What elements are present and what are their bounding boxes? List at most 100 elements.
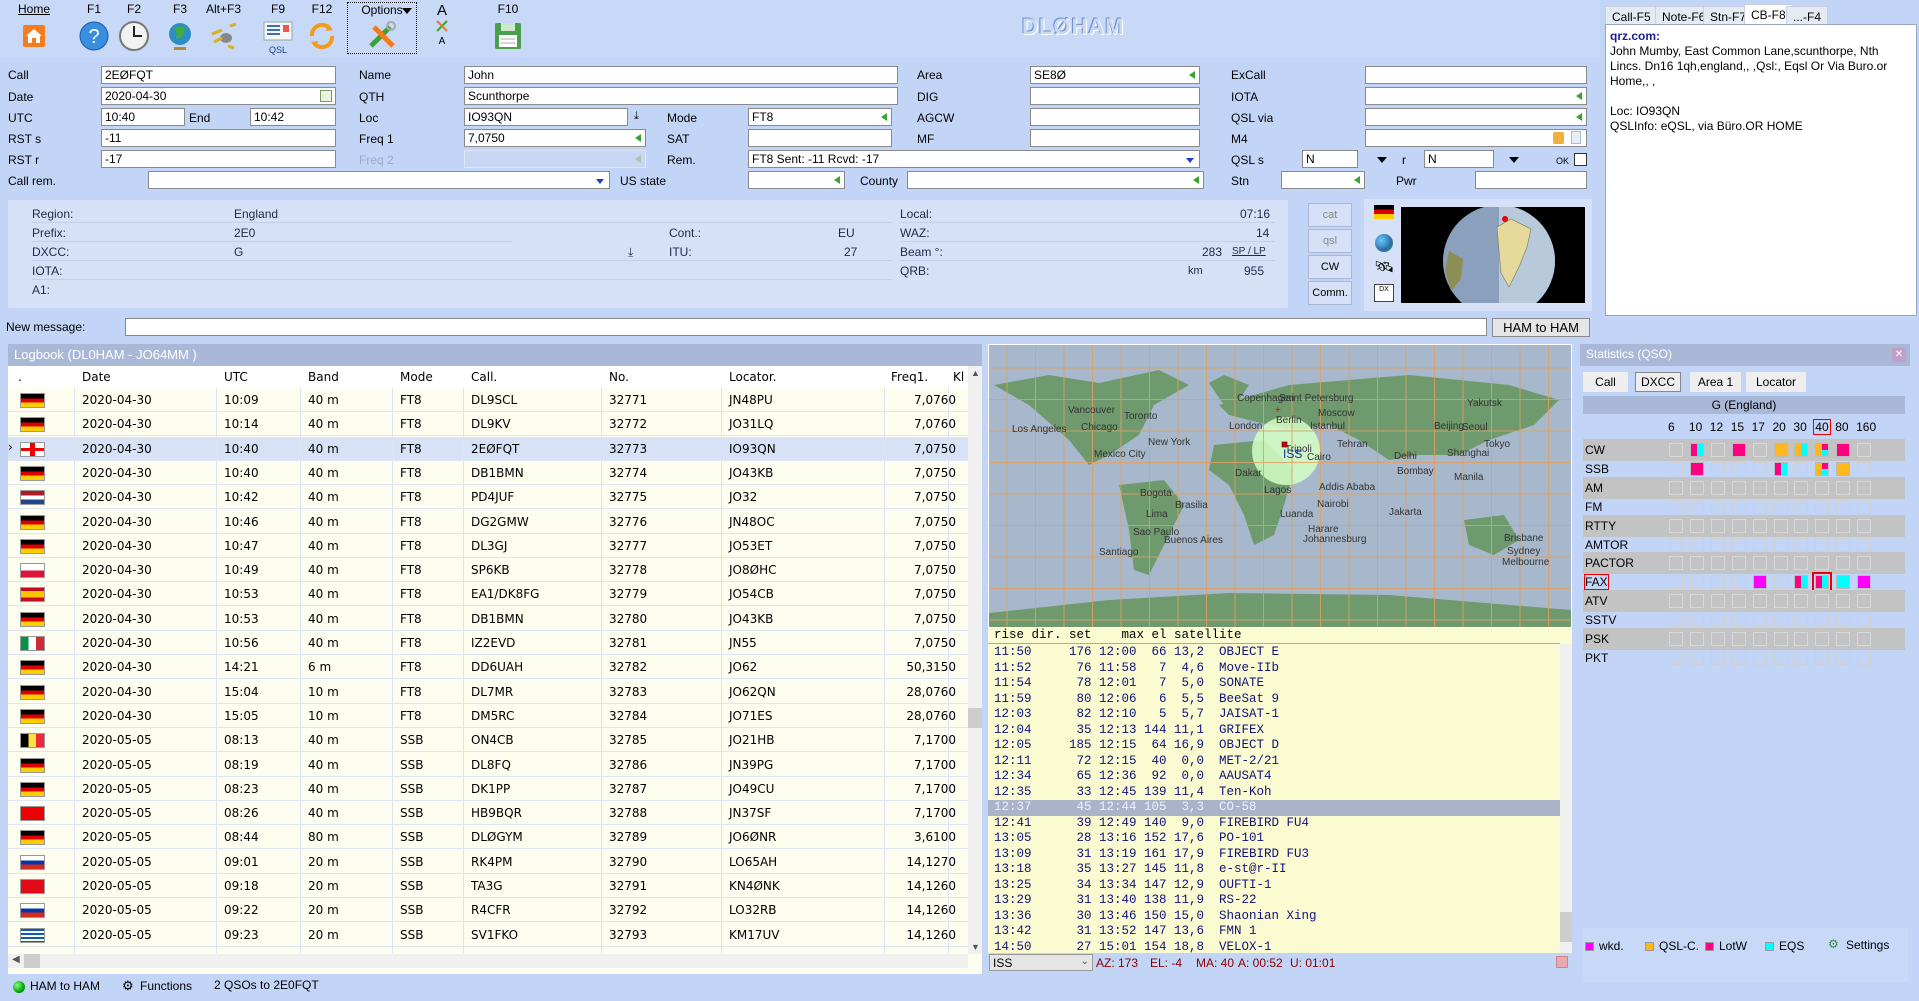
stat-cell[interactable] <box>1836 650 1851 665</box>
stat-cell[interactable] <box>1857 632 1872 646</box>
table-row[interactable]: 2020-05-05 08:13 40 m SSB ON4CB 32785 JO21HB 7,… <box>8 728 968 753</box>
stat-cell[interactable] <box>1836 537 1851 552</box>
ham-to-ham-status[interactable]: HAM to HAM <box>30 979 100 993</box>
logbook-hscrollbar[interactable]: ◀ <box>8 954 968 968</box>
stat-cell[interactable] <box>1794 650 1809 665</box>
stat-cell[interactable] <box>1752 518 1767 533</box>
stat-cell[interactable] <box>1752 575 1767 590</box>
satellite-row[interactable]: 12:03 82 12:10 5 5,7 JAISAT-1 <box>988 707 1560 723</box>
document-icon[interactable] <box>1571 131 1581 144</box>
stat-cell[interactable] <box>1857 594 1872 609</box>
stat-cell[interactable] <box>1669 461 1683 476</box>
stat-cell[interactable] <box>1752 650 1767 665</box>
stat-cell[interactable] <box>1669 594 1683 609</box>
stat-cell[interactable] <box>1794 480 1809 495</box>
stat-cell[interactable] <box>1731 575 1746 590</box>
stat-cell[interactable] <box>1669 556 1683 571</box>
table-row[interactable]: 2020-04-30 10:40 40 m FT8 DB1BMN 32774 JO43KB 7… <box>8 461 968 485</box>
satellite-row[interactable]: 12:35 33 12:45 139 11,4 Ten-Koh <box>988 785 1560 801</box>
stat-cell[interactable] <box>1815 499 1830 514</box>
stat-cell[interactable] <box>1710 461 1725 476</box>
ham-to-ham-button[interactable]: HAM to HAM <box>1492 318 1590 337</box>
stat-cell[interactable] <box>1836 556 1851 571</box>
table-row[interactable]: 2020-04-30 10:49 40 m FT8 SP6KB 32778 JO8ØHC 7,… <box>8 558 968 583</box>
satellite-row[interactable]: 12:34 65 12:36 92 0,0 AAUSAT4 <box>988 769 1560 785</box>
stat-cell[interactable] <box>1794 556 1809 571</box>
column-divider[interactable] <box>463 388 464 953</box>
table-row[interactable]: 2020-04-30 10:46 40 m FT8 DG2GMW 32776 JN48OC 7… <box>8 510 968 534</box>
call-rem-select[interactable] <box>148 171 610 189</box>
new-message-input[interactable] <box>125 318 1487 336</box>
satellite-row[interactable]: 13:05 28 13:16 152 17,6 PO-101 <box>988 831 1560 847</box>
column-divider[interactable] <box>216 388 217 953</box>
stat-cell[interactable] <box>1752 461 1767 476</box>
stat-cell[interactable] <box>1710 650 1725 665</box>
qsl-button[interactable]: F9 QSL <box>262 2 294 56</box>
german-flag-icon[interactable] <box>1374 205 1394 219</box>
col-locator[interactable]: Locator. <box>729 370 776 384</box>
satellite-row[interactable]: 12:41 39 12:49 140 9,0 FIREBIRD FU4 <box>988 816 1560 832</box>
dx-cluster-icon[interactable]: DX <box>1374 284 1394 302</box>
stat-cell[interactable] <box>1794 499 1809 514</box>
table-row[interactable]: 2020-04-30 10:09 40 m FT8 DL9SCL 32771 JN48PU 7… <box>8 388 968 412</box>
table-row[interactable]: 2020-05-05 09:01 20 m SSB RK4PM 32790 LO65AH 14… <box>8 850 968 874</box>
stat-cell[interactable] <box>1857 499 1872 514</box>
table-row[interactable]: 2020-04-30 15:05 10 m FT8 DM5RC 32784 JO71ES 28… <box>8 704 968 728</box>
stat-cell[interactable] <box>1857 537 1872 552</box>
cat-button[interactable]: cat <box>1308 203 1352 227</box>
stat-cell[interactable] <box>1689 443 1704 457</box>
comm-button[interactable]: Comm. <box>1308 281 1352 305</box>
satellite-row[interactable]: 12:11 72 12:15 40 0,0 MET-2/21 <box>988 754 1560 770</box>
stat-cell[interactable] <box>1794 518 1809 533</box>
table-row[interactable]: 2020-05-05 08:23 40 m SSB DK1PP 32787 JO49CU 7,… <box>8 777 968 801</box>
mf-input[interactable] <box>1030 129 1200 147</box>
stat-cell[interactable] <box>1815 613 1830 628</box>
stat-cell[interactable] <box>1815 537 1830 552</box>
table-row[interactable]: 2020-04-30 10:14 40 m FT8 DL9KV 32772 JO31LQ 7,… <box>8 412 968 437</box>
column-divider[interactable] <box>74 388 75 953</box>
qsl-via-input[interactable] <box>1365 108 1587 126</box>
stat-cell[interactable] <box>1710 443 1725 457</box>
home-button[interactable]: Home <box>18 2 50 52</box>
satellite-row[interactable]: 13:18 35 13:27 145 11,8 e-st@r-II <box>988 862 1560 878</box>
satellite-row[interactable]: 13:36 30 13:46 150 15,0 Shaonian Xing <box>988 909 1560 925</box>
stat-cell[interactable] <box>1731 499 1746 514</box>
stat-cell[interactable] <box>1710 499 1725 514</box>
stat-cell[interactable] <box>1836 499 1851 514</box>
stat-cell[interactable] <box>1731 613 1746 628</box>
functions-button[interactable]: Functions <box>140 979 192 993</box>
stat-cell[interactable] <box>1669 650 1683 665</box>
stat-cell[interactable] <box>1857 480 1872 495</box>
stat-cell[interactable] <box>1689 613 1704 628</box>
table-row[interactable]: 2020-04-30 10:53 40 m FT8 EA1/DK8FG 32779 JO54… <box>8 582 968 607</box>
end-input[interactable]: 10:42 <box>250 108 336 126</box>
table-row[interactable]: 2020-05-05 08:19 40 m SSB DL8FQ 32786 JN39PG 7,… <box>8 753 968 777</box>
satellite-row[interactable]: 13:42 31 13:52 147 13,6 FMN 1 <box>988 924 1560 940</box>
table-row[interactable]: 2020-04-30 10:42 40 m FT8 PD4JUF 32775 JO32 7,0… <box>8 485 968 510</box>
stat-cell[interactable] <box>1669 613 1683 628</box>
column-divider[interactable] <box>601 388 602 953</box>
globe-icon[interactable] <box>1375 234 1393 252</box>
stats-close-icon[interactable]: ✕ <box>1892 348 1906 362</box>
scroll-left-icon[interactable]: ◀ <box>12 954 20 965</box>
table-row[interactable]: 2020-04-30 10:47 40 m FT8 DL3GJ 32777 JO53ET 7,… <box>8 534 968 558</box>
stat-cell[interactable] <box>1689 461 1704 476</box>
stat-cell[interactable] <box>1857 650 1872 665</box>
satlist-scrollbar[interactable] <box>1560 644 1572 958</box>
stat-cell[interactable] <box>1710 556 1725 571</box>
stat-cell[interactable] <box>1710 575 1725 590</box>
col-kl[interactable]: Kl <box>953 370 964 384</box>
table-row[interactable]: 2020-05-05 09:18 20 m SSB TA3G 32791 KN4ØNK 14,… <box>8 874 968 898</box>
excall-input[interactable] <box>1365 66 1587 84</box>
satellite-row[interactable]: 11:50 176 12:00 66 13,2 OBJECT E <box>988 645 1560 661</box>
stat-cell[interactable] <box>1815 594 1830 609</box>
stats-tab-call[interactable]: Call <box>1583 372 1628 392</box>
satlist-scroll-thumb[interactable] <box>1560 912 1572 942</box>
table-row[interactable]: 2020-05-05 08:26 40 m SSB HB9BQR 32788 JN37SF 7… <box>8 801 968 826</box>
refresh-button[interactable]: F12 <box>306 2 338 52</box>
stat-cell[interactable] <box>1689 632 1704 646</box>
scroll-thumb[interactable] <box>968 708 982 728</box>
satellite-row[interactable]: 11:52 76 11:58 7 4,6 Move-IIb <box>988 661 1560 677</box>
stat-cell[interactable] <box>1773 537 1788 552</box>
stat-cell[interactable] <box>1773 650 1788 665</box>
